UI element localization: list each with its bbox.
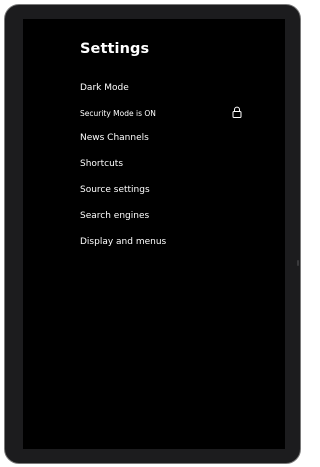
menu-item-news-channels[interactable]: News Channels [80, 133, 149, 143]
lock-icon [232, 106, 242, 118]
menu-item-dark-mode[interactable]: Dark Mode [80, 83, 129, 93]
side-button[interactable] [297, 260, 299, 266]
menu-item-security-mode[interactable]: Security Mode is ON [80, 109, 156, 118]
menu-item-display-and-menus[interactable]: Display and menus [80, 237, 166, 247]
settings-screen: Settings Dark Mode Security Mode is ON N… [23, 19, 285, 449]
menu-item-shortcuts[interactable]: Shortcuts [80, 159, 123, 169]
menu-item-search-engines[interactable]: Search engines [80, 211, 149, 221]
page-title: Settings [80, 41, 150, 57]
menu-item-source-settings[interactable]: Source settings [80, 185, 150, 195]
tablet-frame: Settings Dark Mode Security Mode is ON N… [4, 4, 301, 464]
